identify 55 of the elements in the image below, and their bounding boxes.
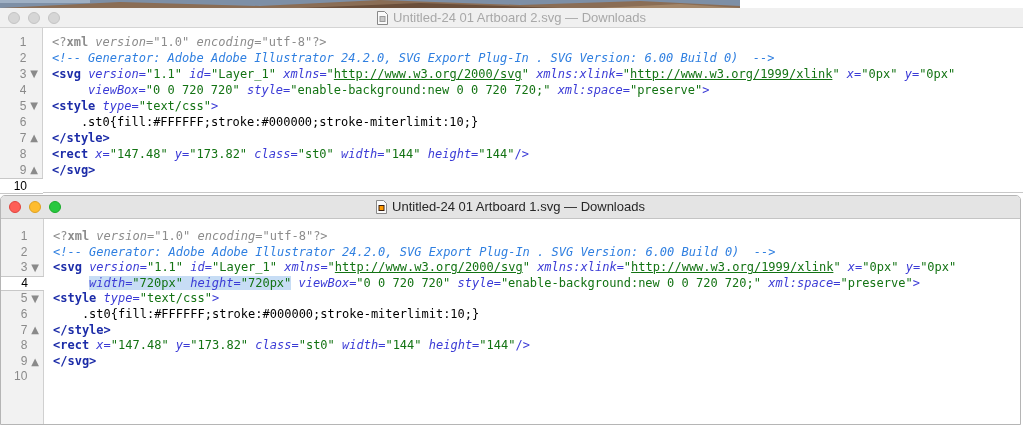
code-line: viewBox="0 0 720 720" style="enable-background:new 0 0 720 720;" xml:space="preserve"> (87, 82, 711, 98)
line-number: 10 (12, 178, 27, 194)
line-number: 10 (13, 369, 28, 385)
code-line: </svg> (53, 353, 98, 370)
code-line: <svg version="1.1" id="Layer_1" xmlns="http://www.w3.org/2000/svg" xmlns:xlink="http://www.w3.org/1999/xlink" x="0px" y="0px" (52, 66, 957, 82)
line-number: 5 (19, 291, 28, 307)
fold-marker[interactable]: ▲ (30, 133, 39, 143)
line-number: 1 (19, 229, 28, 245)
code-line: <!-- Generator: Adobe Adobe Illustrator 24.2.0, SVG Export Plug-In . SVG Version: 6.00 Build 0) --> (52, 50, 776, 66)
code-line: <?xml version="1.0" encoding="utf-8"?> (52, 34, 328, 50)
code-line: </svg> (52, 162, 97, 178)
code-line: <rect x="147.48" y="173.82" class="st0" width="144" height="144"/> (53, 338, 531, 354)
line-number: 4 (20, 275, 28, 292)
code-line: <!-- Generator: Adobe Adobe Illustrator 24.2.0, SVG Export Plug-In . SVG Version: 6.00 Build 0) --> (53, 244, 777, 261)
code-line: </style> (53, 322, 112, 339)
fold-marker[interactable]: ▲ (30, 165, 39, 175)
line-number: 8 (18, 146, 27, 162)
close-button[interactable] (8, 11, 20, 24)
code-line: width="720px" height="720px" viewBox="0 0 720 720" style="enable-background:new 0 0 720 720;" xml:space="preserve"> (88, 275, 921, 292)
line-number: 3 (19, 260, 28, 276)
fold-marker[interactable]: ▼ (30, 101, 39, 111)
line-number: 9 (18, 162, 27, 178)
zoom-button[interactable] (48, 11, 60, 24)
minimize-button[interactable] (28, 11, 40, 24)
line-number: 6 (19, 306, 28, 323)
line-number: 7 (18, 130, 27, 146)
code-line: </style> (52, 130, 111, 146)
line-number: 3 (18, 66, 27, 82)
line-number: 8 (19, 338, 28, 354)
fold-marker[interactable]: ▼ (31, 263, 40, 273)
line-number: 9 (19, 353, 28, 370)
line-number: 1 (18, 34, 27, 50)
code-line: <svg version="1.1" id="Layer_1" xmlns="http://www.w3.org/2000/svg" xmlns:xlink="http://www.w3.org/1999/xlink" x="0px" y="0px" (53, 260, 958, 276)
close-button[interactable] (9, 201, 21, 213)
code-line: .st0{fill:#FFFFFF;stroke:#000000;stroke-miterlimit:10;} (80, 306, 481, 323)
zoom-button[interactable] (49, 201, 61, 213)
line-number: 2 (19, 244, 28, 261)
line-number: 4 (18, 82, 27, 98)
code-line: <rect x="147.48" y="173.82" class="st0" width="144" height="144"/> (52, 146, 530, 162)
fold-marker[interactable]: ▲ (31, 356, 40, 367)
fold-marker[interactable]: ▼ (30, 69, 39, 79)
window-title: Untitled-24 01 Artboard 2.svg — Downloads (393, 8, 646, 27)
code-line: <style type="text/css"> (52, 98, 220, 114)
minimize-button[interactable] (29, 201, 41, 213)
line-number: 6 (18, 114, 27, 130)
code-line: <?xml version="1.0" encoding="utf-8"?> (53, 229, 329, 245)
code-line: <style type="text/css"> (53, 291, 221, 307)
line-number: 5 (18, 98, 27, 114)
code-line: .st0{fill:#FFFFFF;stroke:#000000;stroke-miterlimit:10;} (79, 114, 480, 130)
fold-marker[interactable]: ▲ (31, 325, 40, 336)
line-number: 2 (18, 50, 27, 66)
fold-marker[interactable]: ▼ (31, 294, 40, 305)
document-icon (376, 200, 388, 214)
window-title: Untitled-24 01 Artboard 1.svg — Downloads (392, 198, 645, 217)
line-number: 7 (19, 322, 28, 339)
